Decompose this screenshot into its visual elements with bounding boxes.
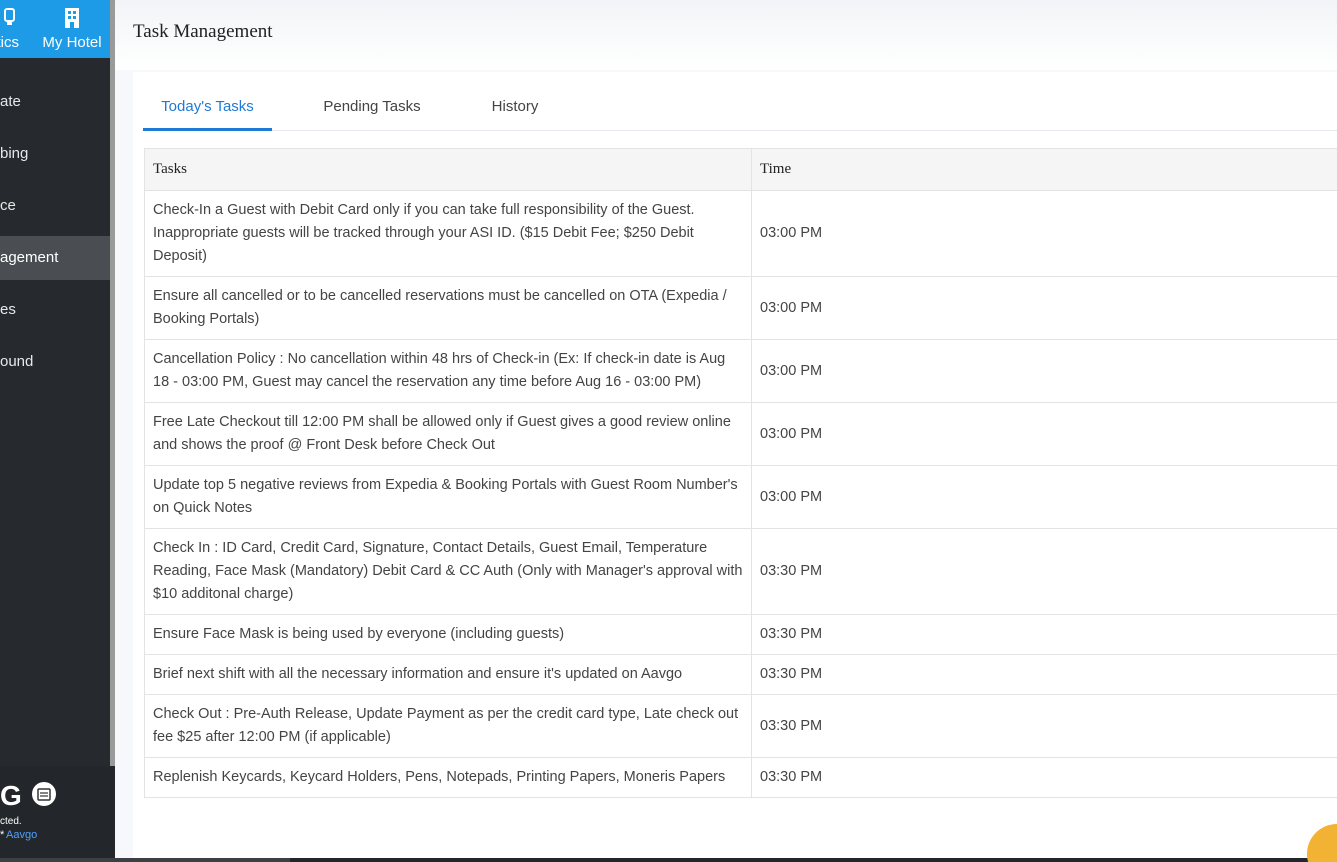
task-cell: Check Out : Pre-Auth Release, Update Pay…: [144, 694, 752, 758]
tab-todays-tasks[interactable]: Today's Tasks: [143, 87, 272, 131]
table-header-row: Tasks Time: [144, 148, 1337, 191]
time-cell: 03:30 PM: [751, 528, 1337, 615]
sidebar-item-label: ce: [0, 197, 16, 214]
time-cell: 03:30 PM: [751, 614, 1337, 655]
task-cell: Brief next shift with all the necessary …: [144, 654, 752, 695]
table-row[interactable]: Replenish Keycards, Keycard Holders, Pen…: [144, 757, 1337, 798]
my-hotel-button[interactable]: My Hotel: [36, 0, 108, 58]
sidebar-item-label: bing: [0, 145, 29, 162]
sidebar-item-housekeeping[interactable]: bing: [0, 132, 110, 176]
sidebar-item-label: agement: [0, 249, 59, 266]
analytics-button[interactable]: ytics: [0, 0, 30, 58]
footer-star: *: [0, 829, 5, 841]
table-row[interactable]: Check-In a Guest with Debit Card only if…: [144, 190, 1337, 277]
sidebar-item-label: ate: [0, 93, 21, 110]
time-cell: 03:00 PM: [751, 402, 1337, 466]
bottom-scrollbar[interactable]: [0, 858, 1337, 862]
task-cell: Free Late Checkout till 12:00 PM shall b…: [144, 402, 752, 466]
table-row[interactable]: Ensure all cancelled or to be cancelled …: [144, 276, 1337, 340]
sidebar-item-task-management[interactable]: agement: [0, 236, 110, 280]
time-cell: 03:30 PM: [751, 757, 1337, 798]
table-row[interactable]: Cancellation Policy : No cancellation wi…: [144, 339, 1337, 403]
time-cell: 03:00 PM: [751, 339, 1337, 403]
my-hotel-label: My Hotel: [42, 34, 102, 51]
sidebar: ytics My Hotel ate bing ce agement es ou…: [0, 0, 110, 862]
sidebar-item-notes[interactable]: es: [0, 288, 110, 332]
time-cell: 03:30 PM: [751, 654, 1337, 695]
column-header-time: Time: [751, 148, 1337, 191]
sidebar-item-label: es: [0, 301, 16, 318]
time-cell: 03:00 PM: [751, 465, 1337, 529]
sidebar-item-maintenance[interactable]: ce: [0, 184, 110, 228]
badge-icon[interactable]: [32, 782, 56, 806]
table-row[interactable]: Brief next shift with all the necessary …: [144, 654, 1337, 695]
hotel-building-icon: [36, 7, 108, 29]
task-cell: Ensure Face Mask is being used by everyo…: [144, 614, 752, 655]
bottom-scrollbar-thumb[interactable]: [290, 858, 1337, 862]
table-row[interactable]: Update top 5 negative reviews from Exped…: [144, 465, 1337, 529]
time-cell: 03:30 PM: [751, 694, 1337, 758]
main-content: Task Management Today's Tasks Pending Ta…: [115, 0, 1337, 862]
task-card: Today's Tasks Pending Tasks History Task…: [133, 72, 1337, 862]
task-cell: Ensure all cancelled or to be cancelled …: [144, 276, 752, 340]
sidebar-item-label: ound: [0, 353, 34, 370]
sidebar-item-lost-found[interactable]: ound: [0, 340, 110, 384]
sidebar-top-nav: ytics My Hotel: [0, 0, 110, 58]
table-row[interactable]: Free Late Checkout till 12:00 PM shall b…: [144, 402, 1337, 466]
page-title: Task Management: [133, 21, 273, 42]
task-cell: Update top 5 negative reviews from Exped…: [144, 465, 752, 529]
google-logo[interactable]: G: [0, 780, 22, 812]
task-cell: Cancellation Policy : No cancellation wi…: [144, 339, 752, 403]
task-cell: Check-In a Guest with Debit Card only if…: [144, 190, 752, 277]
task-cell: Replenish Keycards, Keycard Holders, Pen…: [144, 757, 752, 798]
page-header: Task Management: [115, 0, 1337, 70]
analytics-icon: [0, 7, 30, 29]
time-cell: 03:00 PM: [751, 276, 1337, 340]
tab-pending-tasks[interactable]: Pending Tasks: [305, 87, 439, 131]
analytics-label: ytics: [0, 34, 19, 51]
sidebar-item-rate[interactable]: ate: [0, 80, 110, 124]
table-row[interactable]: Check In : ID Card, Credit Card, Signatu…: [144, 528, 1337, 615]
time-cell: 03:00 PM: [751, 190, 1337, 277]
aavgo-link[interactable]: Aavgo: [6, 829, 37, 841]
table-row[interactable]: Check Out : Pre-Auth Release, Update Pay…: [144, 694, 1337, 758]
footer-text: cted.: [0, 816, 22, 827]
column-header-tasks: Tasks: [144, 148, 752, 191]
task-cell: Check In : ID Card, Credit Card, Signatu…: [144, 528, 752, 615]
task-table: Tasks Time Check-In a Guest with Debit C…: [144, 148, 1337, 798]
tab-bar: Today's Tasks Pending Tasks History: [143, 87, 1337, 131]
table-row[interactable]: Ensure Face Mask is being used by everyo…: [144, 614, 1337, 655]
tab-history[interactable]: History: [477, 87, 553, 131]
